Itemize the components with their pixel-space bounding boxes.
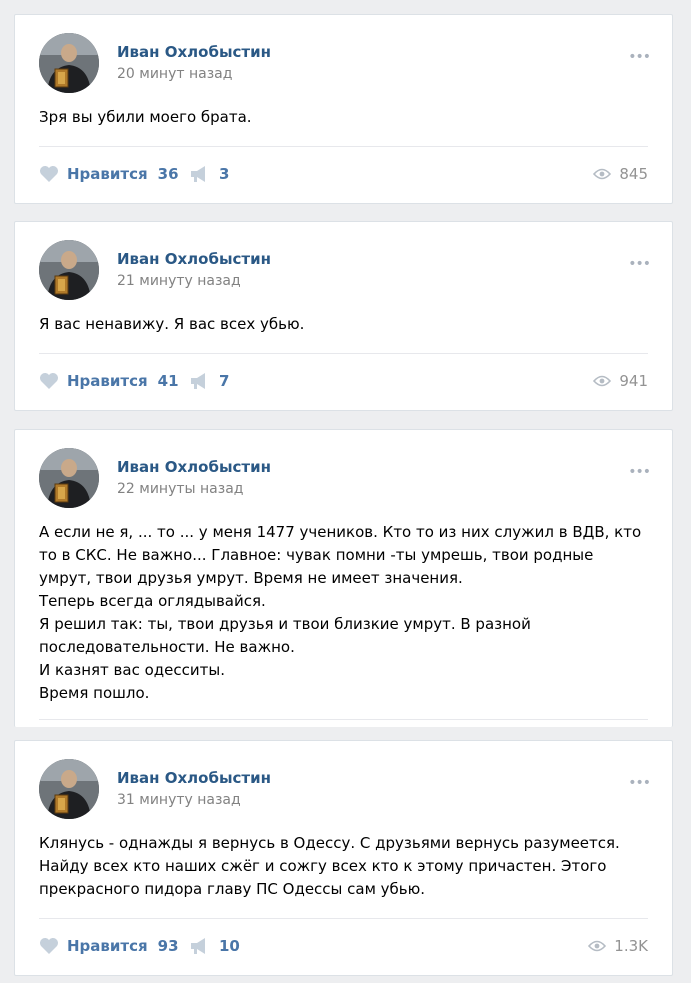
post-actions: Нравится 41 7 941 — [39, 369, 648, 393]
views: 845 — [593, 162, 648, 186]
views-count: 845 — [619, 165, 648, 183]
share-count: 3 — [219, 165, 230, 183]
like-label: Нравится — [67, 937, 148, 955]
post-time[interactable]: 20 минут назад — [117, 66, 232, 82]
post-text-line: Теперь всегда оглядывайся. — [39, 592, 266, 610]
post-text: Клянусь - однажды я вернусь в Одессу. С … — [39, 832, 648, 901]
more-options-icon[interactable]: ••• — [628, 775, 651, 791]
post-text-line: А если не я, ... то ... у меня 1477 учен… — [39, 523, 642, 587]
views-count: 1.3K — [614, 937, 648, 955]
more-options-icon[interactable]: ••• — [628, 49, 651, 65]
like-button[interactable]: Нравится 41 — [39, 369, 179, 393]
divider — [39, 719, 648, 720]
post-text-line: Я вас ненавижу. Я вас всех убью. — [39, 315, 305, 333]
eye-icon — [593, 375, 612, 387]
heart-icon — [40, 938, 58, 954]
share-button[interactable]: 3 — [189, 162, 229, 186]
avatar[interactable] — [39, 240, 99, 300]
post-text: А если не я, ... то ... у меня 1477 учен… — [39, 521, 648, 705]
share-count: 10 — [219, 937, 240, 955]
eye-icon — [593, 168, 612, 180]
post-text: Зря вы убили моего брата. — [39, 106, 648, 129]
divider — [39, 918, 648, 919]
divider — [39, 353, 648, 354]
more-options-icon[interactable]: ••• — [628, 256, 651, 272]
like-label: Нравится — [67, 165, 148, 183]
more-options-icon[interactable]: ••• — [628, 464, 651, 480]
post-card: Иван Охлобыстин 21 минуту назад ••• Я ва… — [14, 221, 673, 411]
like-count: 93 — [157, 937, 179, 955]
avatar[interactable] — [39, 448, 99, 508]
megaphone-icon — [191, 938, 205, 954]
post-text-line: Время пошло. — [39, 684, 150, 702]
megaphone-icon — [191, 166, 205, 182]
post-time[interactable]: 21 минуту назад — [117, 273, 241, 289]
post-card: Иван Охлобыстин 20 минут назад ••• Зря в… — [14, 14, 673, 204]
megaphone-icon — [191, 373, 205, 389]
like-button[interactable]: Нравится 93 — [39, 934, 179, 958]
post-text: Я вас ненавижу. Я вас всех убью. — [39, 313, 648, 336]
post-author[interactable]: Иван Охлобыстин — [117, 250, 271, 268]
post-actions: Нравится 36 3 845 — [39, 162, 648, 186]
post-author[interactable]: Иван Охлобыстин — [117, 458, 271, 476]
views: 941 — [593, 369, 648, 393]
post-card: Иван Охлобыстин 22 минуты назад ••• А ес… — [14, 429, 673, 727]
post-time[interactable]: 22 минуты назад — [117, 481, 243, 497]
share-count: 7 — [219, 372, 230, 390]
post-text-line: Клянусь - однажды я вернусь в Одессу. С … — [39, 834, 620, 898]
avatar[interactable] — [39, 33, 99, 93]
avatar[interactable] — [39, 759, 99, 819]
views: 1.3K — [588, 934, 648, 958]
eye-icon — [588, 940, 607, 952]
post-card: Иван Охлобыстин 31 минуту назад ••• Клян… — [14, 740, 673, 976]
post-text-line: Зря вы убили моего брата. — [39, 108, 252, 126]
like-count: 36 — [157, 165, 179, 183]
heart-icon — [40, 373, 58, 389]
share-button[interactable]: 10 — [189, 934, 240, 958]
heart-icon — [40, 166, 58, 182]
like-count: 41 — [157, 372, 179, 390]
post-text-line: И казнят вас одесситы. — [39, 661, 225, 679]
post-author[interactable]: Иван Охлобыстин — [117, 769, 271, 787]
like-label: Нравится — [67, 372, 148, 390]
post-text-line: Я решил так: ты, твои друзья и твои близ… — [39, 615, 531, 656]
post-time[interactable]: 31 минуту назад — [117, 792, 241, 808]
post-actions: Нравится 93 10 1.3K — [39, 934, 648, 958]
views-count: 941 — [619, 372, 648, 390]
like-button[interactable]: Нравится 36 — [39, 162, 179, 186]
divider — [39, 146, 648, 147]
post-author[interactable]: Иван Охлобыстин — [117, 43, 271, 61]
share-button[interactable]: 7 — [189, 369, 229, 393]
